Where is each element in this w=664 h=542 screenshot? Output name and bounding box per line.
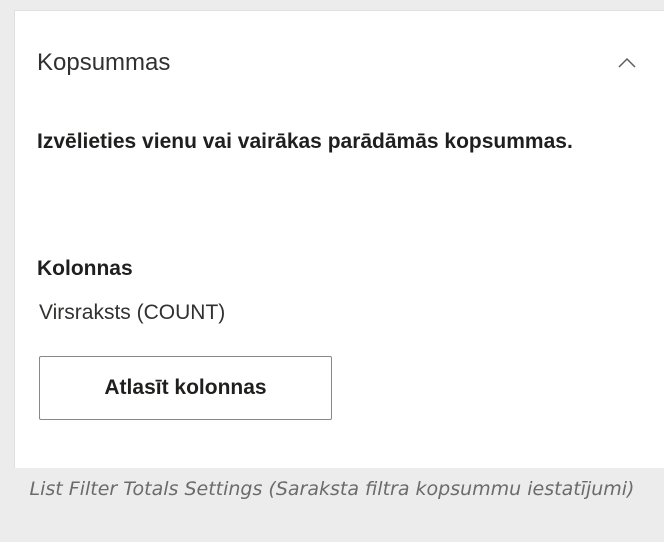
totals-settings-panel: Kopsummas Izvēlieties vienu vai vairākas…	[14, 10, 664, 468]
image-caption: List Filter Totals Settings (Saraksta fi…	[29, 478, 635, 500]
columns-label: Kolonnas	[37, 257, 133, 280]
totals-section-header[interactable]: Kopsummas	[37, 43, 642, 83]
select-columns-button[interactable]: Atlasīt kolonnas	[39, 356, 332, 420]
section-title: Kopsummas	[37, 49, 171, 76]
selected-columns-value: Virsraksts (COUNT)	[39, 301, 226, 324]
chevron-up-icon[interactable]	[616, 52, 638, 74]
screenshot-frame: Kopsummas Izvēlieties vienu vai vairākas…	[0, 0, 664, 542]
instruction-text: Izvēlieties vienu vai vairākas parādāmās…	[37, 130, 573, 153]
